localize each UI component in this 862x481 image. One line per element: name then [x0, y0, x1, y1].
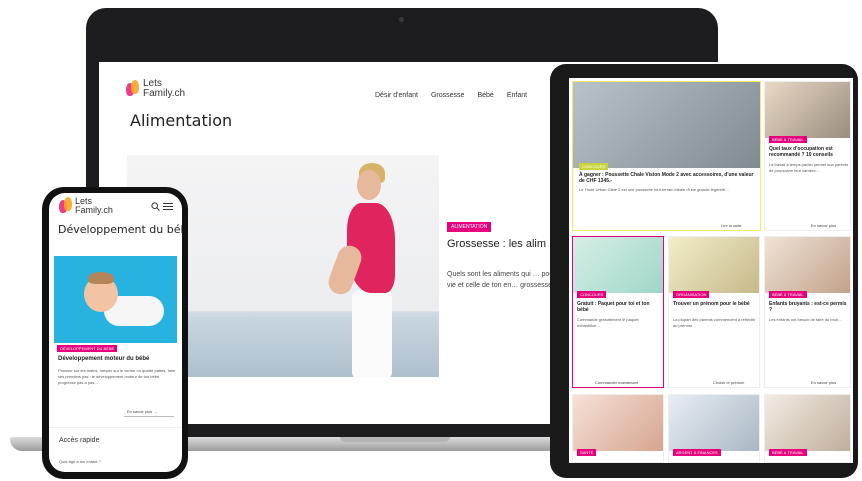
page-title: Développement du bébé	[58, 223, 182, 236]
article-image	[573, 82, 760, 168]
category-badge[interactable]: BÉBÉ & TRAVAIL	[769, 291, 807, 298]
article-title[interactable]: Trouver un prénom pour le bébé	[673, 301, 757, 307]
camera-icon	[399, 17, 404, 22]
logo[interactable]: Lets Family.ch	[126, 79, 185, 99]
read-more-link[interactable]: Lire la suite	[721, 223, 741, 228]
article-title[interactable]: Quel taux d'occupation est recommandé ? …	[769, 146, 849, 158]
phone-screen: Lets Family.ch Développement du bébé DÉV…	[49, 193, 182, 472]
menu-icon[interactable]	[163, 202, 173, 211]
article-title[interactable]: À gagner : Poussette Chale Vision Mode 2…	[579, 172, 755, 184]
article-excerpt: Le travail à temps partiel permet aux pa…	[769, 162, 849, 173]
article-card[interactable]: CONCOURS À gagner : Poussette Chale Visi…	[572, 81, 761, 231]
age-question[interactable]: Quel âge a ton enfant ?	[59, 459, 101, 464]
article-card[interactable]: SANTÉ	[572, 394, 664, 463]
article-excerpt: Commande gratuitement le paquet échantil…	[577, 317, 639, 328]
article-card[interactable]: BÉBÉ & TRAVAIL Enfants bruyants : est-ce…	[764, 236, 851, 388]
quick-access-heading: Accès rapide	[59, 437, 100, 444]
article-card[interactable]: BÉBÉ & TRAVAIL	[764, 394, 851, 463]
read-more-link[interactable]: En savoir plus	[811, 223, 836, 228]
page-title: Alimentation	[130, 111, 233, 130]
read-more-underline	[124, 416, 174, 417]
tablet-screen: CONCOURS À gagner : Poussette Chale Visi…	[569, 78, 853, 463]
hero-heading[interactable]: Développement moteur du bébé	[58, 356, 149, 362]
read-more-link[interactable]: Commander maintenant	[595, 380, 638, 385]
article-image	[573, 395, 663, 451]
article-excerpt: Le Thule Urban Glide 2 est une poussette…	[579, 187, 730, 192]
article-title[interactable]: Gratuit : Paquet pour toi et ton bébé	[577, 301, 661, 313]
article-image	[765, 82, 850, 138]
category-badge[interactable]: ORGANISATION	[673, 291, 710, 298]
logo-line2: Family.ch	[143, 88, 186, 99]
article-card[interactable]: ARGENT & FINANCES	[668, 394, 760, 463]
read-more-link[interactable]: En savoir plus →	[127, 409, 157, 414]
logo-icon	[126, 80, 140, 98]
category-badge[interactable]: CONCOURS	[579, 163, 609, 170]
article-card[interactable]: BÉBÉ & TRAVAIL Quel taux d'occupation es…	[764, 81, 851, 231]
laptop-notch	[340, 437, 450, 442]
divider	[49, 427, 182, 428]
category-badge[interactable]: SANTÉ	[577, 449, 597, 456]
category-badge[interactable]: ARGENT & FINANCES	[673, 449, 721, 456]
article-image	[765, 395, 850, 451]
article-card[interactable]: CONCOURS Gratuit : Paquet pour toi et to…	[572, 236, 664, 388]
nav-item-grossesse[interactable]: Grossesse	[431, 92, 464, 99]
article-image	[669, 237, 759, 293]
main-nav: Désir d'enfant Grossesse Bébé Enfant	[375, 92, 527, 99]
logo-icon	[59, 197, 73, 215]
search-icon[interactable]	[151, 202, 161, 211]
read-more-link[interactable]: Choisir le prénom	[713, 380, 744, 385]
article-image	[573, 237, 663, 293]
article-excerpt: Les enfants ont besoin de faire du bruit…	[769, 317, 843, 322]
category-badge[interactable]: BÉBÉ & TRAVAIL	[769, 449, 807, 456]
logo[interactable]: Lets Family.ch	[59, 197, 113, 215]
logo-line2: Family.ch	[75, 205, 113, 215]
article-image	[669, 395, 759, 451]
category-badge[interactable]: CONCOURS	[577, 291, 607, 298]
article-title[interactable]: Enfants bruyants : est-ce permis ?	[769, 301, 849, 313]
article-image	[765, 237, 850, 293]
device-mockup: Lets Family.ch Désir d'enfant Grossesse …	[0, 0, 862, 481]
read-more-label: En savoir plus	[127, 409, 153, 414]
nav-item-enfant[interactable]: Enfant	[507, 92, 527, 99]
article-card[interactable]: ORGANISATION Trouver un prénom pour le b…	[668, 236, 760, 388]
header-icons	[151, 202, 173, 213]
nav-item-bebe[interactable]: Bébé	[477, 92, 493, 99]
category-badge[interactable]: ALIMENTATION	[447, 222, 492, 232]
read-more-link[interactable]: En savoir plus	[811, 380, 836, 385]
category-badge[interactable]: BÉBÉ & TRAVAIL	[769, 136, 807, 143]
hero-text: Pousser sur les mains, ramper sur le ven…	[58, 368, 176, 385]
hero-image[interactable]	[54, 256, 177, 343]
category-badge[interactable]: DÉVELOPPEMENT DU BÉBÉ	[57, 345, 118, 352]
article-excerpt: La plupart des parents commencent à réfl…	[673, 317, 756, 328]
hero-text: Quels sont les aliments qui … pour ta vi…	[447, 271, 564, 289]
hero-heading[interactable]: Grossesse : les alim	[447, 238, 546, 250]
nav-item-desir[interactable]: Désir d'enfant	[375, 92, 418, 99]
